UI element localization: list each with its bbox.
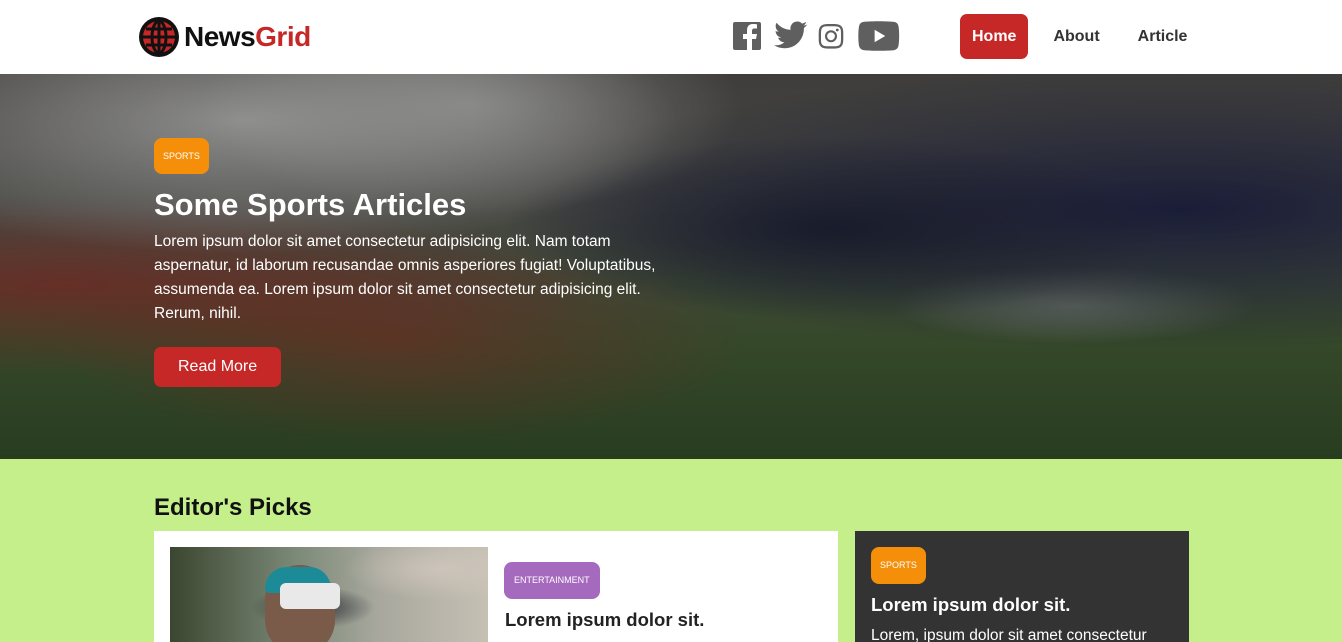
hero-content: SPORTS Some Sports Articles Lorem ipsum … <box>154 138 684 387</box>
facebook-icon[interactable] <box>732 20 774 52</box>
hero-category-badge[interactable]: SPORTS <box>154 138 209 174</box>
main-nav: Home About Article <box>960 14 1199 59</box>
hero-banner: SPORTS Some Sports Articles Lorem ipsum … <box>0 74 1342 459</box>
entertainment-badge[interactable]: ENTERTAINMENT <box>504 562 600 599</box>
side-card-title[interactable]: Lorem ipsum dolor sit. <box>871 594 1070 616</box>
youtube-icon[interactable] <box>858 20 900 52</box>
twitter-icon[interactable] <box>774 20 816 52</box>
site-logo[interactable]: NewsGrid <box>138 16 311 58</box>
nav-about[interactable]: About <box>1041 14 1111 59</box>
site-header: NewsGrid Home About Article <box>0 0 1342 74</box>
sports-badge[interactable]: SPORTS <box>871 547 926 584</box>
side-card-text: Lorem, ipsum dolor sit amet consectetur <box>871 627 1147 642</box>
logo-text: NewsGrid <box>184 21 311 53</box>
card-title[interactable]: Lorem ipsum dolor sit. <box>505 609 704 631</box>
globe-icon <box>139 17 179 57</box>
nav-article[interactable]: Article <box>1126 14 1200 59</box>
nav-home[interactable]: Home <box>960 14 1029 59</box>
card-image <box>170 547 488 642</box>
editors-pick-card-side[interactable]: SPORTS Lorem ipsum dolor sit. Lorem, ips… <box>855 531 1189 642</box>
logo-text-news: News <box>184 21 256 52</box>
social-links <box>732 20 900 52</box>
read-more-button[interactable]: Read More <box>154 347 282 387</box>
editors-pick-card-main[interactable]: ENTERTAINMENT Lorem ipsum dolor sit. <box>154 531 838 642</box>
hero-text: Lorem ipsum dolor sit amet consectetur a… <box>154 233 656 322</box>
hero-title: Some Sports Articles <box>154 187 467 222</box>
editors-picks-heading: Editor's Picks <box>154 494 312 521</box>
logo-text-grid: Grid <box>255 21 311 52</box>
vr-headset-shape <box>280 583 340 609</box>
instagram-icon[interactable] <box>816 20 858 52</box>
